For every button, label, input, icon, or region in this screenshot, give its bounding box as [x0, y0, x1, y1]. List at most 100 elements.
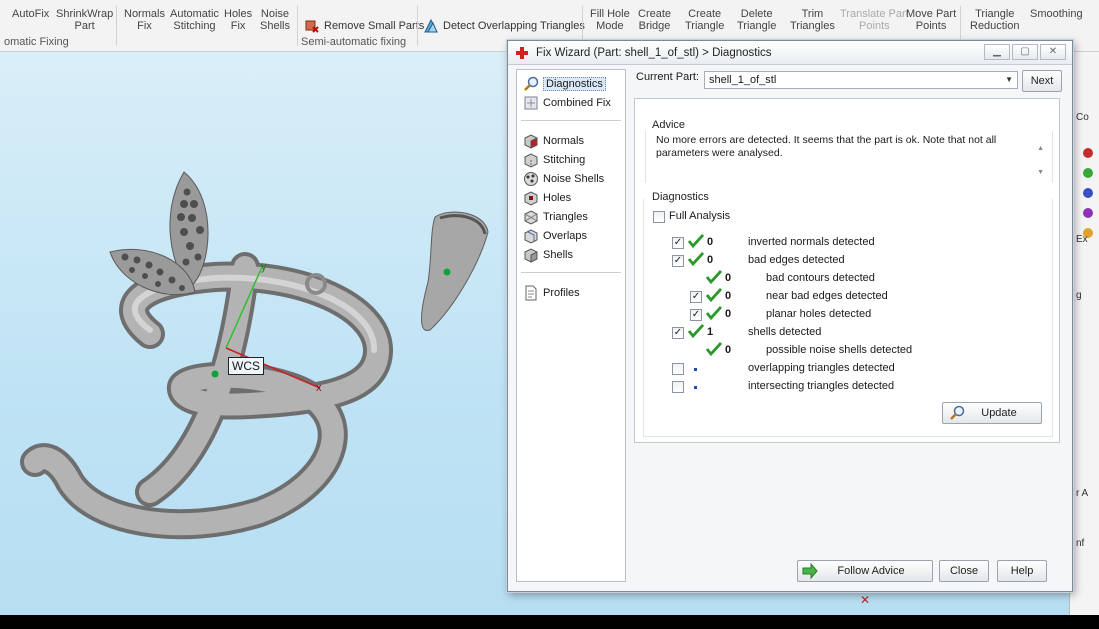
- origin-marker-icon: ✕: [860, 593, 870, 607]
- noise-shells-count: 0: [725, 344, 732, 356]
- holes-fix-button[interactable]: Holes Fix: [224, 8, 252, 32]
- triangle-reduction-button[interactable]: Triangle Reduction: [970, 8, 1020, 32]
- bad-edges-count: 0: [707, 254, 714, 266]
- y-axis-label: y: [261, 261, 267, 273]
- trim-triangles-button[interactable]: Trim Triangles: [790, 8, 835, 32]
- not-analysed-dot: [694, 386, 697, 389]
- dialog-titlebar[interactable]: Fix Wizard (Part: shell_1_of_stl) > Diag…: [508, 41, 1072, 65]
- autofix-button[interactable]: AutoFix: [12, 8, 49, 20]
- translate-part-points-button[interactable]: Translate Part Points: [840, 8, 909, 32]
- side-panel-label: nf: [1076, 538, 1085, 549]
- selection-point: [443, 268, 451, 276]
- planar-holes-label: planar holes detected: [766, 308, 872, 320]
- overlapping-triangles-checkbox[interactable]: [672, 363, 684, 375]
- green-check-icon: [688, 324, 704, 338]
- near-bad-edges-checkbox[interactable]: ✓: [690, 291, 702, 303]
- bail-model: [421, 211, 489, 331]
- nav-item-triangles[interactable]: Triangles: [523, 208, 588, 225]
- green-check-icon: [706, 288, 722, 302]
- nav-label: Overlaps: [543, 229, 588, 242]
- nav-label: Profiles: [543, 286, 580, 299]
- selection-point: [211, 370, 219, 378]
- overlapping-triangles-label: overlapping triangles detected: [748, 362, 895, 374]
- nav-item-noise-shells[interactable]: Noise Shells: [523, 170, 604, 187]
- normals-cube-icon: [524, 133, 538, 149]
- follow-advice-button[interactable]: Follow Advice: [797, 560, 933, 582]
- advice-scrollbar[interactable]: ▲ ▼: [1037, 137, 1044, 185]
- nav-item-holes[interactable]: Holes: [523, 189, 571, 206]
- remove-small-parts-button[interactable]: Remove Small Parts: [304, 18, 424, 34]
- ribbon-divider: [297, 6, 298, 46]
- nav-label: Noise Shells: [543, 172, 605, 185]
- intersecting-triangles-label: intersecting triangles detected: [748, 380, 895, 392]
- close-window-button[interactable]: ✕: [1040, 44, 1066, 60]
- nav-item-diagnostics[interactable]: Diagnostics: [523, 75, 606, 92]
- full-analysis-checkbox[interactable]: [653, 211, 665, 223]
- nav-item-normals[interactable]: Normals: [523, 132, 584, 149]
- profiles-document-icon: [525, 285, 537, 300]
- update-button[interactable]: Update: [942, 402, 1042, 424]
- create-bridge-button[interactable]: Create Bridge: [638, 8, 671, 32]
- color-swatch[interactable]: [1083, 188, 1093, 198]
- bad-contours-label: bad contours detected: [766, 272, 875, 284]
- nav-item-combined-fix[interactable]: Combined Fix: [523, 94, 611, 111]
- magnifier-icon: [524, 76, 539, 91]
- nav-item-shells[interactable]: Shells: [523, 246, 573, 263]
- bad-contours-count: 0: [725, 272, 732, 284]
- next-button[interactable]: Next: [1022, 70, 1062, 92]
- intersecting-triangles-checkbox[interactable]: [672, 381, 684, 393]
- color-swatch[interactable]: [1083, 148, 1093, 158]
- nav-label: Normals: [543, 134, 584, 147]
- nav-label: Holes: [543, 191, 572, 204]
- current-part-select[interactable]: shell_1_of_stl ▼: [704, 71, 1018, 89]
- overlaps-cube-icon: [524, 228, 538, 244]
- group-label-semi-automatic: Semi-automatic fixing: [301, 36, 407, 48]
- nav-label: Combined Fix: [543, 96, 611, 109]
- side-panel-label: r A: [1076, 488, 1089, 499]
- delete-triangle-button[interactable]: Delete Triangle: [737, 8, 776, 32]
- update-label: Update: [981, 407, 1017, 419]
- move-part-points-button[interactable]: Move Part Points: [906, 8, 956, 32]
- side-panel-label: Ex: [1076, 234, 1088, 245]
- color-swatch[interactable]: [1083, 208, 1093, 218]
- close-button[interactable]: Close: [939, 560, 989, 582]
- stitching-cube-icon: [524, 152, 538, 168]
- follow-advice-label: Follow Advice: [837, 565, 905, 577]
- planar-holes-checkbox[interactable]: ✓: [690, 309, 702, 321]
- create-triangle-button[interactable]: Create Triangle: [685, 8, 724, 32]
- nav-label: Diagnostics: [543, 76, 606, 91]
- shells-label: shells detected: [748, 326, 822, 338]
- noise-shells-button[interactable]: Noise Shells: [260, 8, 290, 32]
- inverted-normals-label: inverted normals detected: [748, 236, 875, 248]
- remove-small-parts-icon: [305, 20, 319, 33]
- automatic-stitching-button[interactable]: Automatic Stitching: [170, 8, 219, 32]
- green-check-icon: [706, 270, 722, 284]
- advice-text: No more errors are detected. It seems th…: [656, 134, 997, 159]
- bad-edges-label: bad edges detected: [748, 254, 845, 266]
- normals-fix-button[interactable]: Normals Fix: [124, 8, 165, 32]
- shells-checkbox[interactable]: ✓: [672, 327, 684, 339]
- nav-item-profiles[interactable]: Profiles: [523, 284, 580, 301]
- minimize-button[interactable]: ▁: [984, 44, 1010, 60]
- magnifier-icon: [950, 405, 965, 420]
- inverted-normals-checkbox[interactable]: ✓: [672, 237, 684, 249]
- nav-label: Triangles: [543, 210, 588, 223]
- shrinkwrap-button[interactable]: ShrinkWrap Part: [56, 8, 113, 32]
- letter-b-model: [20, 252, 393, 540]
- nav-item-overlaps[interactable]: Overlaps: [523, 227, 587, 244]
- fill-hole-mode-button[interactable]: Fill Hole Mode: [590, 8, 630, 32]
- bad-edges-checkbox[interactable]: ✓: [672, 255, 684, 267]
- nav-label: Stitching: [543, 153, 586, 166]
- help-button[interactable]: Help: [997, 560, 1047, 582]
- x-axis-label: x: [316, 382, 322, 394]
- nav-divider: [521, 120, 621, 121]
- fix-wizard-dialog: Fix Wizard (Part: shell_1_of_stl) > Diag…: [507, 40, 1073, 592]
- side-panel-label: g: [1076, 290, 1082, 301]
- detect-overlapping-triangles-button[interactable]: Detect Overlapping Triangles: [423, 18, 585, 34]
- planar-holes-count: 0: [725, 308, 732, 320]
- color-swatch[interactable]: [1083, 168, 1093, 178]
- smoothing-button[interactable]: Smoothing: [1030, 8, 1083, 20]
- fix-wizard-cross-icon: [516, 46, 528, 59]
- maximize-button[interactable]: ▢: [1012, 44, 1038, 60]
- nav-item-stitching[interactable]: Stitching: [523, 151, 585, 168]
